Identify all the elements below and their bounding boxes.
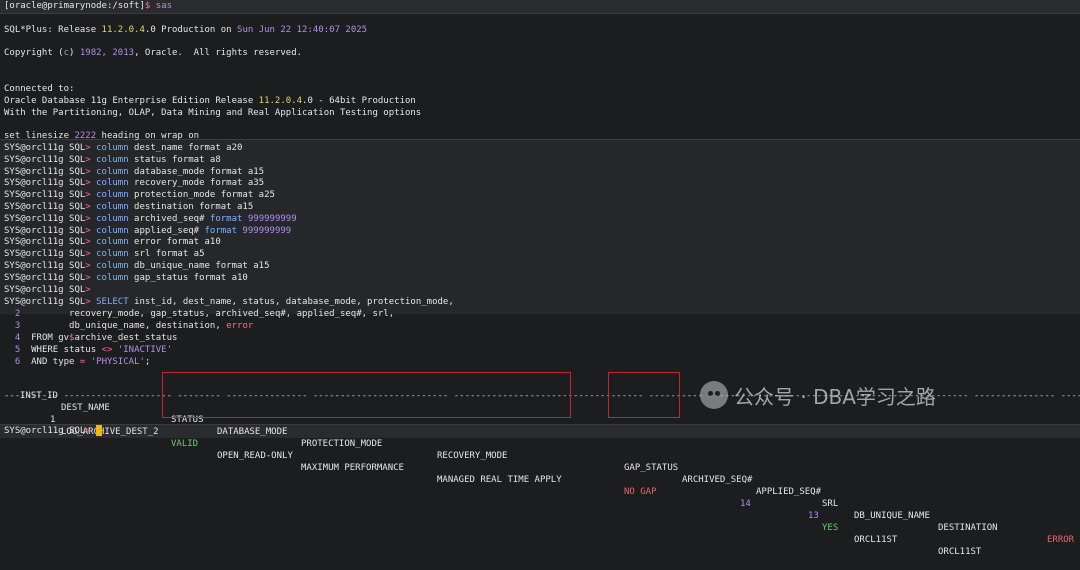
column-command-text: archived_seq# format 999999999 [128, 213, 297, 224]
result-data-row: 1 LOG_ARCHIVE_DEST_2 VALID OPEN_READ-ONL… [50, 415, 982, 557]
copyright-line: Copyright (c) 1982, 2013, Oracle. All ri… [4, 48, 303, 58]
column-command-text: db_unique_name format a15 [128, 261, 270, 271]
query-line-1: SYS@orcl11g SQL> SELECT inst_id, dest_na… [4, 297, 454, 307]
column-command-line: SYS@orcl11g SQL> column gap_status forma… [4, 272, 248, 283]
column-command-text: applied_seq# format 999999999 [128, 225, 292, 236]
annotation-box-gap-status [608, 372, 680, 418]
wechat-icon [700, 381, 728, 409]
column-command-text: dest_name format a20 [128, 143, 243, 153]
column-command-text: recovery_mode format a35 [128, 178, 265, 189]
database-version-line: Oracle Database 11g Enterprise Edition R… [4, 96, 416, 106]
sqlplus-banner: SQL*Plus: Release 11.2.0.4.0 Production … [4, 25, 368, 35]
column-command-line: SYS@orcl11g SQL> column protection_mode … [4, 190, 275, 201]
connected-line: Connected to: [4, 84, 75, 94]
shell-prompt: [oracle@primarynode:/soft] [4, 1, 145, 11]
query-line-3: 3 db_unique_name, destination, error [4, 321, 254, 331]
annotation-box-status [162, 372, 571, 418]
sql-prompt-line: SYS@orcl11g SQL> [4, 285, 91, 295]
column-command-line: SYS@orcl11g SQL> column error format a10 [4, 237, 221, 248]
column-command-line: SYS@orcl11g SQL> column dest_name format… [4, 143, 243, 153]
column-command-text: status format a8 [128, 154, 221, 165]
separator [0, 13, 1080, 14]
column-command-line: SYS@orcl11g SQL> column destination form… [4, 202, 254, 212]
column-command-line: SYS@orcl11g SQL> column archived_seq# fo… [4, 213, 297, 224]
query-line-5: 5 WHERE status <> 'INACTIVE' [4, 345, 173, 355]
column-command-line: SYS@orcl11g SQL> column status format a8 [4, 154, 221, 165]
column-command-line: SYS@orcl11g SQL> column recovery_mode fo… [4, 178, 265, 189]
query-line-4: 4 FROM gv$archive_dest_status [4, 333, 178, 343]
column-command-text: database_mode format a15 [128, 166, 265, 177]
result-header-row: INST_ID DEST_NAME STATUS DATABASE_MODE P… [20, 391, 1075, 545]
column-command-text: protection_mode format a25 [128, 190, 275, 201]
set-command-line: set linesize 2222 heading on wrap on [4, 131, 200, 141]
column-command-line: SYS@orcl11g SQL> column applied_seq# for… [4, 225, 292, 236]
column-command-text: gap_status format a10 [128, 272, 248, 283]
cursor [96, 425, 103, 436]
column-command-text: destination format a15 [128, 202, 254, 212]
column-command-text: error format a10 [128, 237, 221, 248]
terminal-window[interactable]: [oracle@primarynode:/soft]$ sas SQL*Plus… [0, 0, 1080, 557]
shell-command: sas [150, 1, 172, 11]
watermark-text: 公众号 · DBA学习之路 [734, 384, 936, 409]
options-line: With the Partitioning, OLAP, Data Mining… [4, 108, 422, 118]
watermark: 公众号 · DBA学习之路 [700, 380, 936, 410]
query-line-2: 2 recovery_mode, gap_status, archived_se… [4, 309, 395, 319]
column-command-text: srl format a5 [128, 249, 205, 260]
shell-prompt-line: [oracle@primarynode:/soft]$ sas [4, 0, 172, 12]
column-command-line: SYS@orcl11g SQL> column db_unique_name f… [4, 261, 270, 271]
final-line-highlight [0, 425, 1080, 438]
final-prompt-line[interactable]: SYS@orcl11g SQL> [4, 425, 103, 437]
column-command-line: SYS@orcl11g SQL> column srl format a5 [4, 249, 205, 260]
column-command-line: SYS@orcl11g SQL> column database_mode fo… [4, 166, 265, 177]
query-line-6: 6 AND type = 'PHYSICAL'; [4, 357, 151, 367]
